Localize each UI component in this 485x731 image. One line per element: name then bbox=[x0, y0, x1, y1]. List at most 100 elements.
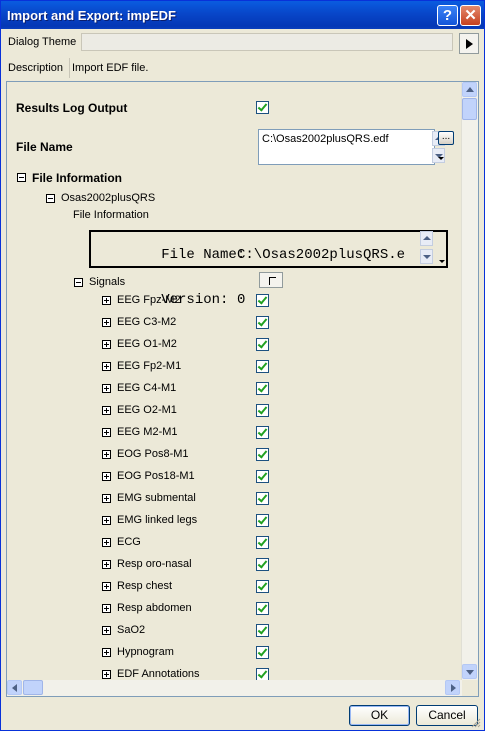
expand-icon[interactable] bbox=[102, 494, 111, 503]
vertical-scroll-thumb[interactable] bbox=[462, 98, 477, 120]
expand-icon[interactable] bbox=[102, 648, 111, 657]
chevron-down-icon bbox=[466, 670, 474, 675]
file-info-sub-label: File Information bbox=[73, 209, 149, 221]
expand-icon[interactable] bbox=[102, 362, 111, 371]
resize-grip-icon[interactable] bbox=[471, 718, 481, 728]
description-label: Description bbox=[8, 62, 64, 74]
ok-button[interactable]: OK bbox=[349, 705, 410, 726]
expand-icon[interactable] bbox=[102, 604, 111, 613]
dialog-theme-label: Dialog Theme bbox=[8, 36, 77, 48]
description-divider bbox=[69, 58, 70, 78]
signal-label: SaO2 bbox=[117, 624, 146, 636]
chevron-down-icon bbox=[423, 255, 431, 259]
signal-checkbox[interactable] bbox=[256, 426, 269, 439]
chevron-left-icon bbox=[12, 684, 17, 692]
signal-checkbox[interactable] bbox=[256, 382, 269, 395]
signal-label: EOG Pos18-M1 bbox=[117, 470, 195, 482]
signal-label: EEG Fp2-M1 bbox=[117, 360, 182, 372]
file-name-input[interactable]: C:\Osas2002plusQRS.edf bbox=[258, 129, 435, 165]
signal-checkbox[interactable] bbox=[256, 646, 269, 659]
signal-label: EOG Pos8-M1 bbox=[117, 448, 189, 460]
signal-label: EEG Fpz-M2 bbox=[117, 294, 181, 306]
file-info-textbox[interactable]: File Name: C:\Osas2002plusQRS.e Version: 0 bbox=[89, 230, 448, 308]
scroll-up-button[interactable] bbox=[462, 82, 477, 97]
signal-label: Resp abdomen bbox=[117, 602, 192, 614]
cancel-button[interactable]: Cancel bbox=[416, 705, 478, 726]
signal-checkbox[interactable] bbox=[256, 514, 269, 527]
signal-label: Resp chest bbox=[117, 580, 173, 592]
expand-icon[interactable] bbox=[102, 538, 111, 547]
signals-label: Signals bbox=[89, 276, 126, 288]
expand-icon[interactable] bbox=[102, 318, 111, 327]
signal-label: EEG O2-M1 bbox=[117, 404, 177, 416]
expand-icon[interactable] bbox=[102, 406, 111, 415]
file-name-dropdown-icon[interactable] bbox=[438, 154, 446, 162]
close-button[interactable]: ✕ bbox=[460, 5, 481, 26]
scroll-down-button[interactable] bbox=[462, 664, 477, 679]
file-name-label: File Name bbox=[16, 140, 73, 154]
signal-label: EEG O1-M2 bbox=[117, 338, 177, 350]
vertical-scrollbar[interactable] bbox=[461, 82, 478, 680]
scroll-left-button[interactable] bbox=[7, 680, 22, 695]
chevron-up-icon bbox=[423, 236, 431, 240]
settings-panel: Results Log Output File Name C:\Osas2002… bbox=[6, 81, 479, 697]
dialog-theme-field[interactable] bbox=[81, 33, 453, 51]
file-node-label: Osas2002plusQRS bbox=[61, 192, 156, 204]
help-button[interactable]: ? bbox=[437, 5, 458, 26]
signal-label: Resp oro-nasal bbox=[117, 558, 192, 570]
signal-checkbox[interactable] bbox=[256, 492, 269, 505]
expand-icon[interactable] bbox=[102, 626, 111, 635]
collapse-icon[interactable] bbox=[17, 173, 26, 182]
browse-button[interactable]: ... bbox=[438, 131, 454, 145]
scroll-right-button[interactable] bbox=[445, 680, 460, 695]
expand-icon[interactable] bbox=[102, 516, 111, 525]
theme-menu-button[interactable] bbox=[459, 33, 479, 54]
signal-label: EEG C3-M2 bbox=[117, 316, 177, 328]
signal-checkbox[interactable] bbox=[256, 470, 269, 483]
signal-checkbox[interactable] bbox=[256, 294, 269, 307]
file-info-section-label: File Information bbox=[32, 171, 122, 185]
expand-icon[interactable] bbox=[102, 560, 111, 569]
expand-icon[interactable] bbox=[102, 450, 111, 459]
signal-label: EMG submental bbox=[117, 492, 196, 504]
expand-icon[interactable] bbox=[102, 582, 111, 591]
signal-checkbox[interactable] bbox=[256, 624, 269, 637]
expand-icon[interactable] bbox=[102, 296, 111, 305]
signals-toggle-button[interactable] bbox=[259, 272, 283, 288]
file-info-dropdown-icon[interactable] bbox=[439, 257, 447, 265]
signal-label: Hypnogram bbox=[117, 646, 174, 658]
signal-checkbox[interactable] bbox=[256, 602, 269, 615]
dialog-window: Import and Export: impEDF ? ✕ Dialog The… bbox=[0, 0, 485, 731]
signal-checkbox[interactable] bbox=[256, 404, 269, 417]
signal-label: EDF Annotations bbox=[117, 668, 200, 680]
file-name-value: C:\Osas2002plusQRS.edf bbox=[262, 133, 389, 145]
collapse-icon[interactable] bbox=[46, 194, 55, 203]
signal-label: ECG bbox=[117, 536, 141, 548]
file-info-scroll-down[interactable] bbox=[420, 249, 433, 264]
expand-icon[interactable] bbox=[102, 340, 111, 349]
signal-label: EEG M2-M1 bbox=[117, 426, 178, 438]
description-text: Import EDF file. bbox=[72, 62, 149, 74]
window-title: Import and Export: impEDF bbox=[7, 8, 176, 23]
results-log-checkbox[interactable] bbox=[256, 101, 269, 114]
signal-checkbox[interactable] bbox=[256, 448, 269, 461]
title-bar[interactable]: Import and Export: impEDF ? ✕ bbox=[1, 1, 484, 29]
horizontal-scrollbar[interactable] bbox=[7, 680, 462, 696]
signal-checkbox[interactable] bbox=[256, 360, 269, 373]
signal-checkbox[interactable] bbox=[256, 316, 269, 329]
expand-icon[interactable] bbox=[102, 670, 111, 679]
collapse-icon[interactable] bbox=[74, 278, 83, 287]
signal-label: EMG linked legs bbox=[117, 514, 198, 526]
signal-checkbox[interactable] bbox=[256, 536, 269, 549]
results-log-label: Results Log Output bbox=[16, 101, 128, 115]
chevron-up-icon bbox=[466, 87, 474, 92]
expand-icon[interactable] bbox=[102, 428, 111, 437]
expand-icon[interactable] bbox=[102, 472, 111, 481]
signal-checkbox[interactable] bbox=[256, 338, 269, 351]
file-info-scroll-up[interactable] bbox=[420, 231, 433, 246]
signal-checkbox[interactable] bbox=[256, 580, 269, 593]
horizontal-scroll-thumb[interactable] bbox=[23, 680, 43, 695]
signal-checkbox[interactable] bbox=[256, 558, 269, 571]
expand-icon[interactable] bbox=[102, 384, 111, 393]
chevron-right-icon bbox=[451, 684, 456, 692]
